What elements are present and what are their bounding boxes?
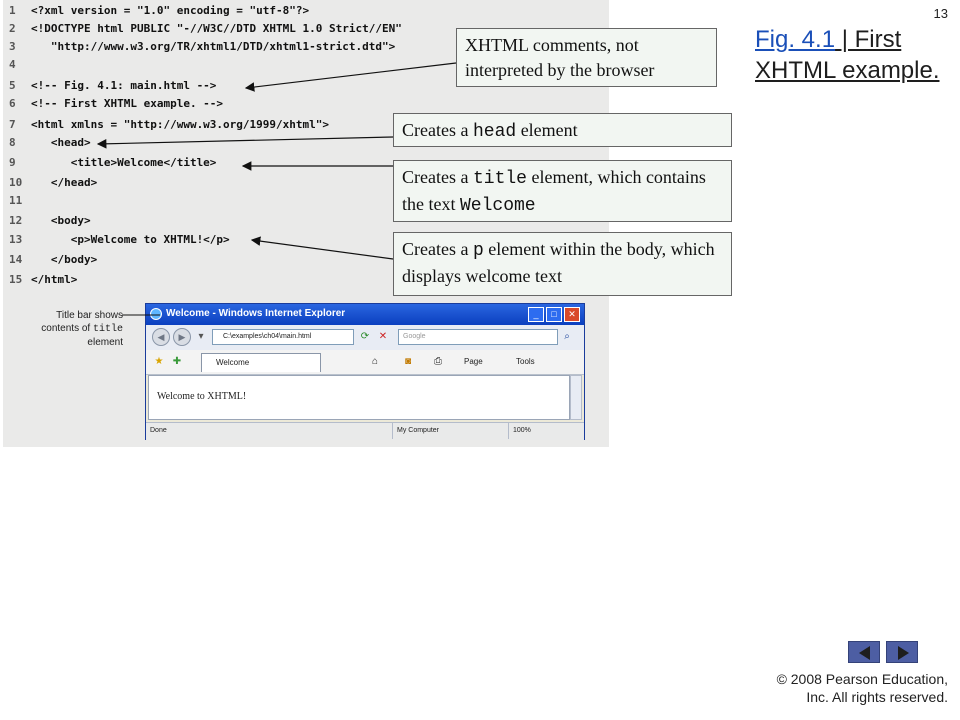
tab-toolbar: ★ ✚ Welcome ⌂ ◙ ⎙ Page Tools	[146, 350, 584, 375]
code-line: 12 <body>	[9, 214, 91, 227]
copyright-notice: © 2008 Pearson Education, Inc. All right…	[708, 670, 948, 706]
printer-icon[interactable]: ⎙	[431, 355, 445, 369]
callout-text: Creates a	[402, 167, 473, 187]
dropdown-icon[interactable]: ▾	[194, 330, 208, 344]
code-line: 4	[9, 58, 16, 71]
window-title-bar: Welcome - Windows Internet Explorer _ □ …	[146, 304, 584, 325]
star-icon[interactable]: ★	[152, 355, 166, 369]
add-favorite-icon[interactable]: ✚	[170, 355, 184, 369]
figure-link[interactable]: Fig. 4.1	[755, 26, 835, 53]
vertical-scrollbar[interactable]	[570, 375, 582, 420]
status-text: Done	[150, 427, 167, 434]
callout-code: p	[472, 241, 484, 261]
slide-number: 13	[933, 6, 948, 21]
code-line: 8 <head>	[9, 136, 91, 149]
minimize-button[interactable]: _	[528, 307, 544, 322]
back-arrow-icon[interactable]: ◀	[152, 328, 170, 346]
triangle-left-icon	[859, 646, 870, 660]
code-line: 2 <!DOCTYPE html PUBLIC "-//W3C//DTD XHTM…	[9, 22, 402, 35]
code-line: 11	[9, 194, 23, 207]
security-zone: My Computer	[392, 423, 439, 439]
ie-logo-icon	[150, 308, 162, 320]
callout-text: Creates a	[402, 239, 473, 259]
callout-text: XHTML comments, not interpreted by the b…	[465, 35, 655, 80]
code-line: 7 <html xmlns = "http://www.w3.org/1999/x…	[9, 118, 330, 131]
code-line: 5 <!-- Fig. 4.1: main.html -->	[9, 79, 217, 92]
code-line: 15 </html>	[9, 273, 78, 286]
triangle-right-icon	[898, 646, 909, 660]
code-line: 1 <?xml version = "1.0" encoding = "utf-8…	[9, 4, 310, 17]
stop-icon[interactable]: ✕	[376, 330, 390, 344]
status-bar: Done My Computer 100%	[146, 422, 584, 440]
maximize-button[interactable]: □	[546, 307, 562, 322]
callout-text: Creates a	[402, 120, 473, 140]
home-icon[interactable]: ⌂	[368, 355, 382, 369]
slide-title: Fig. 4.1 | First XHTML example.	[755, 24, 945, 86]
previous-slide-button[interactable]	[848, 641, 880, 663]
address-toolbar: ◀ ▶ ▾ C:\examples\ch04\main.html ⟳ ✕ Goo…	[146, 325, 584, 351]
callout-code: Welcome	[459, 196, 536, 216]
code-line: 13 <p>Welcome to XHTML!</p>	[9, 233, 230, 246]
refresh-icon[interactable]: ⟳	[358, 330, 372, 344]
title-bar-note: Title bar shows contents of title elemen…	[21, 309, 123, 349]
magnifier-icon[interactable]: ⌕	[560, 330, 574, 344]
callout-code: head	[472, 122, 517, 142]
feeds-icon[interactable]: ◙	[401, 355, 415, 369]
note-line: Title bar shows	[56, 310, 123, 321]
slide-navigation	[848, 641, 920, 663]
code-line: 9 <title>Welcome</title>	[9, 156, 217, 169]
callout-comments: XHTML comments, not interpreted by the b…	[456, 28, 717, 87]
callout-code: title	[472, 169, 527, 189]
note-code: title	[92, 324, 123, 335]
copyright-line: © 2008 Pearson Education,	[776, 671, 948, 687]
page-content-text: Welcome to XHTML!	[157, 391, 247, 402]
code-line: 14 </body>	[9, 253, 98, 266]
code-line: 10 </head>	[9, 176, 98, 189]
note-line: element	[87, 337, 123, 348]
callout-title: Creates a title element, which contains …	[393, 160, 732, 222]
next-slide-button[interactable]	[886, 641, 918, 663]
copyright-line: Inc. All rights reserved.	[806, 689, 948, 705]
zoom-level[interactable]: 100%	[508, 423, 531, 439]
callout-p: Creates a p element within the body, whi…	[393, 232, 732, 296]
page-menu[interactable]: Page	[464, 355, 483, 369]
code-line: 6 <!-- First XHTML example. -->	[9, 97, 224, 110]
browser-window: Welcome - Windows Internet Explorer _ □ …	[145, 303, 585, 440]
search-input[interactable]: Google	[398, 329, 558, 345]
address-field[interactable]: C:\examples\ch04\main.html	[212, 329, 354, 345]
callout-head: Creates a head element	[393, 113, 732, 147]
code-line: 3 "http://www.w3.org/TR/xhtml1/DTD/xhtml…	[9, 40, 396, 53]
tools-menu[interactable]: Tools	[516, 355, 535, 369]
note-line: contents of	[41, 323, 93, 334]
page-viewport: Welcome to XHTML!	[148, 375, 570, 420]
tab-welcome[interactable]: Welcome	[201, 353, 321, 372]
close-button[interactable]: ✕	[564, 307, 580, 322]
callout-text: element	[516, 120, 578, 140]
forward-arrow-icon[interactable]: ▶	[173, 328, 191, 346]
window-title: Welcome - Windows Internet Explorer	[166, 308, 346, 319]
